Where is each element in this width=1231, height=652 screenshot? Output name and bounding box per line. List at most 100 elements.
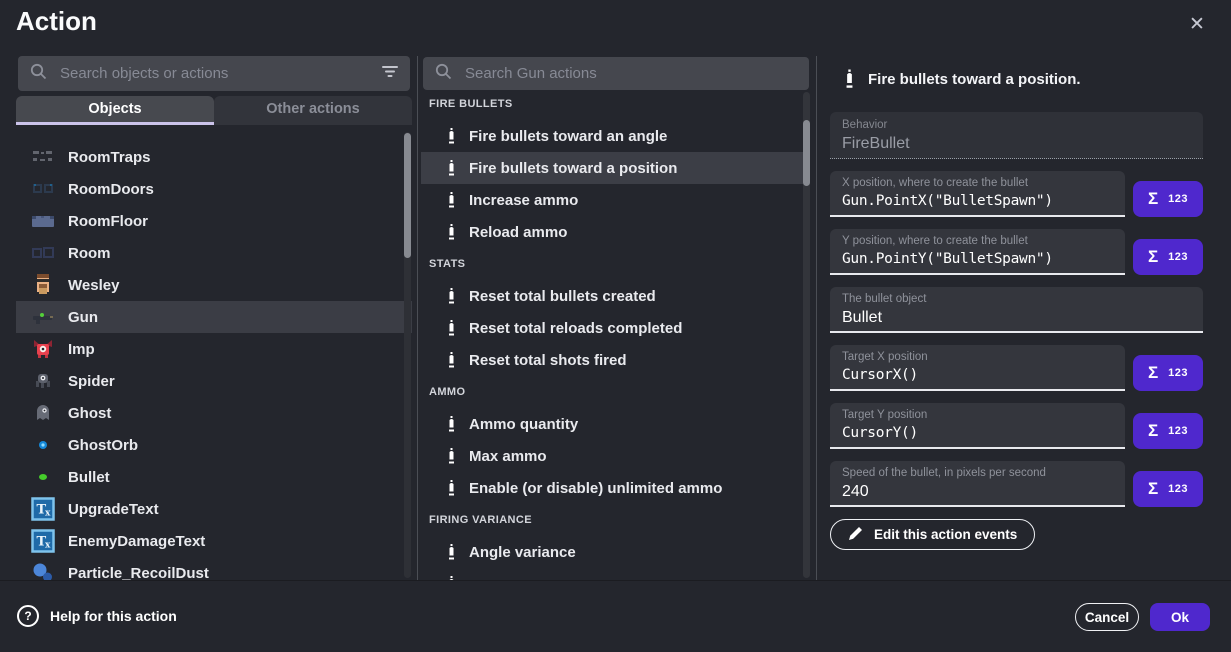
object-list: RoomTraps RoomDoorsRoomFloor Room WesleyGun… — [16, 131, 412, 580]
tab-other-actions[interactable]: Other actions — [214, 96, 412, 125]
action-row-row[interactable] — [421, 568, 803, 580]
bullet-action-icon — [844, 69, 855, 89]
param-input[interactable]: Speed of the bullet, in pixels per secon… — [830, 461, 1125, 507]
actions-search-bar[interactable] — [423, 57, 809, 90]
object-label: Bullet — [68, 469, 110, 486]
bullet-icon — [30, 464, 56, 490]
action-label: Max ammo — [469, 448, 547, 465]
action-row-reload-ammo[interactable]: Reload ammo — [421, 216, 803, 248]
action-row-angle-variance[interactable]: Angle variance — [421, 536, 803, 568]
svg-text:x: x — [45, 509, 51, 519]
param-field-target-y-position: Target Y position CursorY() Σ123 — [830, 403, 1203, 449]
action-row-enable-or-disable-unlimited-ammo[interactable]: Enable (or disable) unlimited ammo — [421, 472, 803, 504]
param-input[interactable]: Target X positionCursorX() — [830, 345, 1125, 391]
section-header-label: STATS — [429, 258, 465, 270]
expression-editor-button[interactable]: Σ123 — [1133, 413, 1203, 449]
expression-editor-button[interactable]: Σ 123 — [1133, 471, 1203, 507]
sidebar-item-enemydamagetext[interactable]: TxEnemyDamageText — [16, 525, 412, 557]
tab-objects[interactable]: Objects — [16, 96, 214, 125]
sidebar-item-room[interactable]: Room — [16, 237, 412, 269]
param-label: X position, where to create the bullet — [842, 177, 1113, 189]
expression-editor-button[interactable]: Σ123 — [1133, 239, 1203, 275]
actions-scrollbar-thumb[interactable] — [803, 120, 810, 186]
bullet-action-icon — [447, 320, 456, 337]
behavior-field: Behavior FireBullet — [830, 112, 1203, 159]
object-label: RoomTraps — [68, 149, 151, 166]
action-row-fire-bullets-toward-a-position[interactable]: Fire bullets toward a position — [421, 152, 803, 184]
sidebar-item-roomtraps[interactable]: RoomTraps — [16, 141, 412, 173]
wesley-icon — [30, 272, 56, 298]
help-button[interactable]: ? Help for this action — [17, 605, 177, 627]
ok-button[interactable]: Ok — [1150, 603, 1210, 631]
param-input[interactable]: X position, where to create the bulletGu… — [830, 171, 1125, 217]
sidebar-item-upgradetext[interactable]: TxUpgradeText — [16, 493, 412, 525]
bullet-action-icon — [447, 128, 456, 145]
param-input[interactable]: The bullet objectBullet — [830, 287, 1203, 333]
object-label: Imp — [68, 341, 95, 358]
object-label: Ghost — [68, 405, 111, 422]
ghost-icon — [30, 400, 56, 426]
action-row-reset-total-reloads-completed[interactable]: Reset total reloads completed — [421, 312, 803, 344]
actions-search-input[interactable] — [463, 64, 797, 83]
edit-action-events-label: Edit this action events — [874, 527, 1017, 542]
svg-text:x: x — [45, 541, 51, 551]
sidebar-item-wesley[interactable]: Wesley — [16, 269, 412, 301]
gun-icon — [30, 304, 56, 330]
sidebar-item-gun[interactable]: Gun — [16, 301, 412, 333]
sigma-icon: Σ — [1148, 479, 1158, 499]
action-label: Reset total reloads completed — [469, 320, 682, 337]
roomtraps-icon — [30, 144, 56, 170]
objects-search-bar[interactable] — [18, 56, 410, 91]
numbers-icon: 123 — [1168, 425, 1188, 437]
numbers-icon: 123 — [1168, 483, 1188, 495]
action-row-ammo-quantity[interactable]: Ammo quantity — [421, 408, 803, 440]
action-row-increase-ammo[interactable]: Increase ammo — [421, 184, 803, 216]
search-icon — [435, 63, 452, 85]
sidebar-item-imp[interactable]: Imp — [16, 333, 412, 365]
sidebar-item-spider[interactable]: Spider — [16, 365, 412, 397]
cancel-button[interactable]: Cancel — [1075, 603, 1139, 631]
close-icon[interactable]: ✕ — [1184, 11, 1210, 37]
expression-editor-button[interactable]: Σ123 — [1133, 181, 1203, 217]
action-section-header-fire-bullets: FIRE BULLETS — [421, 88, 803, 120]
edit-action-events-button[interactable]: Edit this action events — [830, 519, 1035, 550]
sidebar-item-roomfloor[interactable]: RoomFloor — [16, 205, 412, 237]
spider-icon — [30, 368, 56, 394]
filter-icon[interactable] — [382, 65, 398, 83]
param-input[interactable]: Target Y position CursorY() — [830, 403, 1125, 449]
objects-scrollbar-thumb[interactable] — [404, 133, 411, 258]
objects-search-input[interactable] — [58, 64, 371, 83]
sidebar-item-ghostorb[interactable]: GhostOrb — [16, 429, 412, 461]
bullet-action-icon — [447, 224, 456, 241]
left-panel-tabs: Objects Other actions — [16, 96, 412, 125]
action-label: Increase ammo — [469, 192, 578, 209]
action-label: Fire bullets toward an angle — [469, 128, 667, 145]
sidebar-item-roomdoors[interactable]: RoomDoors — [16, 173, 412, 205]
sidebar-item-particle-recoildust[interactable]: Particle_RecoilDust — [16, 557, 412, 580]
sidebar-item-bullet[interactable]: Bullet — [16, 461, 412, 493]
sidebar-item-ghost[interactable]: Ghost — [16, 397, 412, 429]
param-value: 240 — [842, 483, 1113, 501]
param-label: Target Y position — [842, 409, 1113, 421]
object-label: UpgradeText — [68, 501, 159, 518]
action-row-max-ammo[interactable]: Max ammo — [421, 440, 803, 472]
param-input[interactable]: Y position, where to create the bulletGu… — [830, 229, 1125, 275]
expression-editor-button[interactable]: Σ123 — [1133, 355, 1203, 391]
action-row-reset-total-bullets-created[interactable]: Reset total bullets created — [421, 280, 803, 312]
section-header-label: FIRE BULLETS — [429, 98, 513, 110]
param-value: CursorY() — [842, 425, 1113, 441]
page-title: Action — [16, 6, 97, 37]
numbers-icon: 123 — [1168, 251, 1188, 263]
roomfloor-icon — [30, 208, 56, 234]
action-section-header-ammo: AMMO — [421, 376, 803, 408]
numbers-icon: 123 — [1168, 367, 1188, 379]
bullet-action-icon — [447, 480, 456, 497]
object-label: Room — [68, 245, 111, 262]
action-row-fire-bullets-toward-an-angle[interactable]: Fire bullets toward an angle — [421, 120, 803, 152]
roomdoors-icon — [30, 176, 56, 202]
divider-right — [816, 56, 817, 580]
action-row-reset-total-shots-fired[interactable]: Reset total shots fired — [421, 344, 803, 376]
bullet-action-icon — [447, 352, 456, 369]
imp-icon — [30, 336, 56, 362]
param-field-the-bullet-object: The bullet objectBullet — [830, 287, 1203, 333]
